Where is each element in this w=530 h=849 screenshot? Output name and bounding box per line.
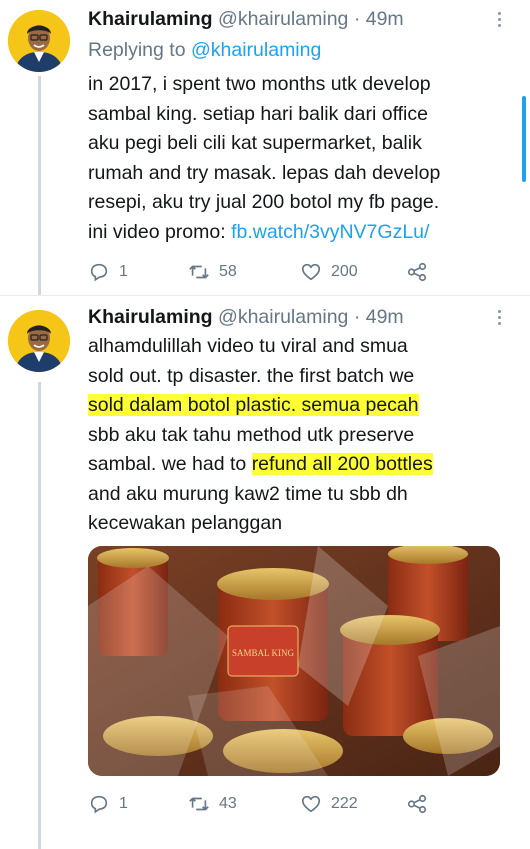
video-link[interactable]: fb.watch/3vyNV7GzLu/ bbox=[231, 221, 429, 243]
retweet-button[interactable]: 58 bbox=[188, 260, 237, 284]
scrollbar-thumb[interactable] bbox=[522, 96, 526, 182]
thread-line bbox=[38, 382, 41, 849]
replying-to: Replying to @khairulaming bbox=[88, 37, 321, 63]
text-line: and aku murung kaw2 time tu sbb dh bbox=[88, 482, 408, 505]
text-line: resepi, aku try jual 200 botol my fb pag… bbox=[88, 191, 440, 213]
replying-prefix: Replying to bbox=[88, 39, 186, 61]
user-handle[interactable]: @khairulaming bbox=[218, 8, 348, 30]
jar-label: SAMBAL KING bbox=[232, 648, 294, 658]
text-line: alhamdulillah video tu viral and smua bbox=[88, 335, 408, 357]
display-name[interactable]: Khairulaming bbox=[88, 8, 213, 30]
reply-button[interactable]: 1 bbox=[88, 260, 128, 284]
text-line: sambal. we had to refund all 200 bottles bbox=[88, 450, 518, 480]
tweet-text: in 2017, i spent two months utk develop … bbox=[88, 70, 518, 247]
avatar[interactable] bbox=[8, 10, 70, 72]
action-bar: 1 43 222 bbox=[88, 792, 448, 816]
tweet[interactable]: Khairulaming @khairulaming · 49m Replyin… bbox=[0, 0, 530, 296]
reply-count: 1 bbox=[119, 263, 128, 280]
reply-icon bbox=[90, 795, 108, 814]
text-line: kecewakan pelanggan bbox=[88, 512, 283, 534]
tweet-photo[interactable]: SAMBAL KING bbox=[88, 546, 500, 776]
like-icon bbox=[301, 795, 321, 813]
like-count: 200 bbox=[331, 263, 358, 280]
tweet-header: Khairulaming @khairulaming · 49m bbox=[88, 6, 404, 32]
separator: · bbox=[353, 306, 361, 328]
text-line: rumah and try masak. lepas dah develop bbox=[88, 161, 441, 184]
like-button[interactable]: 200 bbox=[300, 260, 358, 284]
retweet-button[interactable]: 43 bbox=[188, 792, 237, 816]
retweet-count: 58 bbox=[219, 263, 237, 280]
highlighted-text: refund all 200 bottles bbox=[251, 453, 433, 475]
thread-line bbox=[38, 76, 41, 296]
tweet-header: Khairulaming @khairulaming · 49m bbox=[88, 304, 404, 330]
like-icon bbox=[301, 263, 321, 281]
text-line: sbb aku tak tahu method utk preserve bbox=[88, 423, 415, 446]
highlighted-text: sold dalam botol plastic. semua pecah bbox=[88, 394, 419, 416]
retweet-icon bbox=[189, 797, 209, 811]
action-bar: 1 58 200 bbox=[88, 260, 448, 284]
timestamp[interactable]: 49m bbox=[366, 8, 404, 30]
share-icon bbox=[407, 262, 427, 282]
tweet[interactable]: Khairulaming @khairulaming · 49m alhamdu… bbox=[0, 296, 530, 849]
retweet-icon bbox=[189, 265, 209, 279]
retweet-count: 43 bbox=[219, 795, 237, 812]
like-count: 222 bbox=[331, 795, 358, 812]
replying-to-link[interactable]: @khairulaming bbox=[191, 39, 321, 61]
more-icon[interactable] bbox=[498, 310, 502, 328]
more-icon[interactable] bbox=[498, 12, 502, 30]
display-name[interactable]: Khairulaming bbox=[88, 306, 213, 328]
share-icon bbox=[407, 794, 427, 814]
user-handle[interactable]: @khairulaming bbox=[218, 306, 348, 328]
text-prefix: ini video promo: bbox=[88, 220, 232, 243]
like-button[interactable]: 222 bbox=[300, 792, 358, 816]
reply-count: 1 bbox=[119, 795, 128, 812]
sambal-jars-image: SAMBAL KING bbox=[88, 546, 500, 776]
text-line: sold dalam botol plastic. semua pecah bbox=[88, 391, 518, 421]
reply-icon bbox=[90, 263, 108, 282]
text-line: sambal king. setiap hari balik dari offi… bbox=[88, 102, 428, 125]
tweet-text: alhamdulillah video tu viral and smua so… bbox=[88, 332, 518, 539]
text-line: sold out. tp disaster. the first batch w… bbox=[88, 364, 415, 387]
avatar[interactable] bbox=[8, 310, 70, 372]
share-button[interactable] bbox=[406, 260, 428, 284]
share-button[interactable] bbox=[406, 792, 428, 816]
text-line: aku pegi beli cili kat supermarket, bali… bbox=[88, 132, 422, 154]
separator: · bbox=[353, 8, 361, 30]
text-line: in 2017, i spent two months utk develop bbox=[88, 73, 431, 95]
text-prefix: sambal. we had to bbox=[88, 453, 252, 475]
timestamp[interactable]: 49m bbox=[366, 306, 404, 328]
reply-button[interactable]: 1 bbox=[88, 792, 128, 816]
text-line: ini video promo: fb.watch/3vyNV7GzLu/ bbox=[88, 218, 518, 248]
